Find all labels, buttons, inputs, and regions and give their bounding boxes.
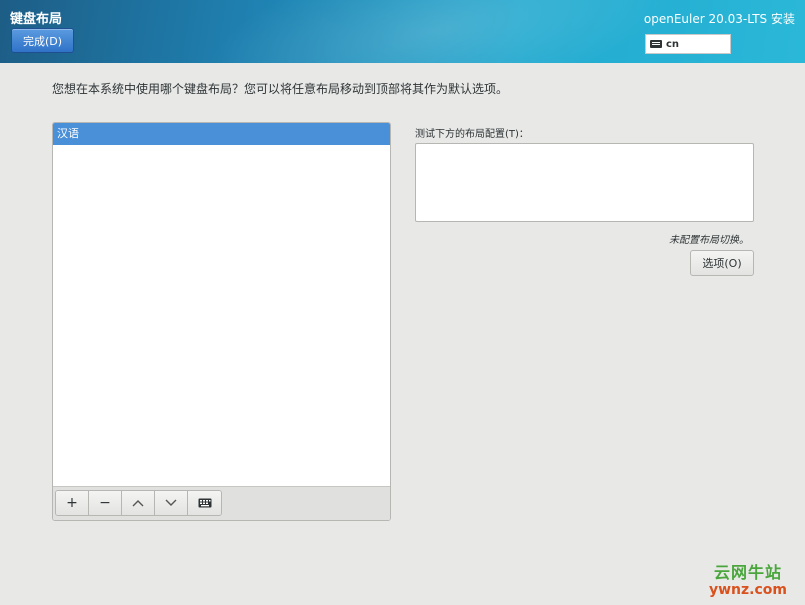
instruction-text: 您想在本系统中使用哪个键盘布局？您可以将任意布局移动到顶部将其作为默认选项。 (52, 82, 509, 96)
plus-icon: + (66, 495, 78, 511)
layout-indicator-value: cn (666, 38, 680, 50)
layout-switch-note: 未配置布局切换。 (669, 235, 749, 246)
header-bar: 键盘布局 完成(D) openEuler 20.03-LTS 安装 cn (0, 0, 805, 63)
watermark-en: ywnz.com (709, 582, 787, 598)
test-layout-label: 测试下方的布局配置(T)： (415, 129, 529, 140)
preview-layout-button[interactable] (188, 491, 221, 515)
keyboard-icon (198, 498, 211, 508)
minus-icon: − (99, 495, 111, 511)
chevron-up-icon (132, 500, 144, 507)
done-button[interactable]: 完成(D) (11, 28, 74, 53)
chevron-down-icon (165, 499, 177, 506)
toolbar-button-group: + − (55, 490, 222, 516)
list-item[interactable]: 汉语 (53, 123, 390, 145)
move-up-button[interactable] (122, 491, 155, 515)
remove-layout-button[interactable]: − (89, 491, 122, 515)
keyboard-icon (650, 40, 662, 48)
product-title: openEuler 20.03-LTS 安装 (643, 12, 795, 26)
watermark-cn: 云网牛站 (713, 563, 782, 582)
list-item-label: 汉语 (57, 127, 79, 140)
options-button[interactable]: 选项(O) (690, 250, 754, 276)
header-sheen (166, 0, 714, 63)
watermark: 云网牛站 ywnz.com (698, 563, 798, 599)
add-layout-button[interactable]: + (56, 491, 89, 515)
page-title: 键盘布局 (10, 12, 63, 27)
test-layout-input[interactable] (415, 143, 754, 222)
list-toolbar: + − (53, 486, 390, 520)
layout-list[interactable]: 汉语 + − (52, 122, 391, 521)
move-down-button[interactable] (155, 491, 188, 515)
layout-indicator[interactable]: cn (645, 34, 731, 54)
